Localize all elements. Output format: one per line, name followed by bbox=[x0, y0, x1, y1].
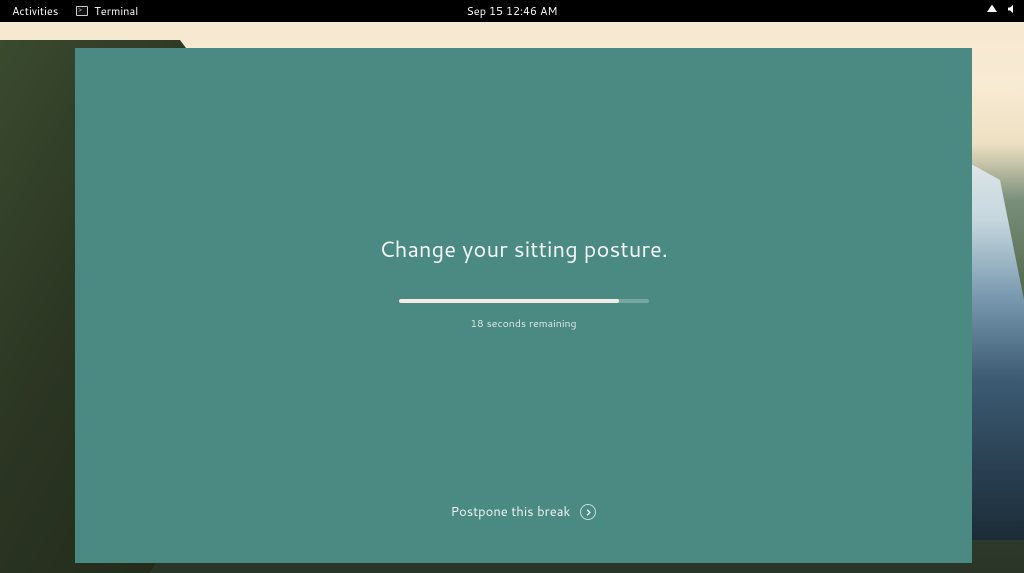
panel-left-group: Activities Terminal bbox=[0, 3, 138, 19]
break-progress-track bbox=[399, 299, 649, 303]
network-icon bbox=[986, 3, 998, 19]
chevron-right-icon bbox=[580, 504, 596, 520]
activities-button[interactable]: Activities bbox=[12, 3, 58, 19]
clock-button[interactable]: Sep 15 12:46 AM bbox=[466, 3, 557, 19]
active-app-label: Terminal bbox=[94, 3, 138, 19]
break-overlay: Change your sitting posture. 18 seconds … bbox=[75, 48, 972, 563]
postpone-button[interactable]: Postpone this break bbox=[451, 503, 597, 521]
remaining-time-label: 18 seconds remaining bbox=[470, 317, 576, 331]
active-app-menu[interactable]: Terminal bbox=[76, 3, 138, 19]
system-status-area[interactable] bbox=[986, 3, 1024, 19]
volume-icon bbox=[1006, 3, 1018, 19]
postpone-label: Postpone this break bbox=[451, 503, 571, 521]
terminal-icon bbox=[76, 6, 88, 16]
break-progress-fill bbox=[399, 299, 619, 303]
break-message: Change your sitting posture. bbox=[379, 234, 668, 265]
top-panel: Activities Terminal Sep 15 12:46 AM bbox=[0, 0, 1024, 22]
